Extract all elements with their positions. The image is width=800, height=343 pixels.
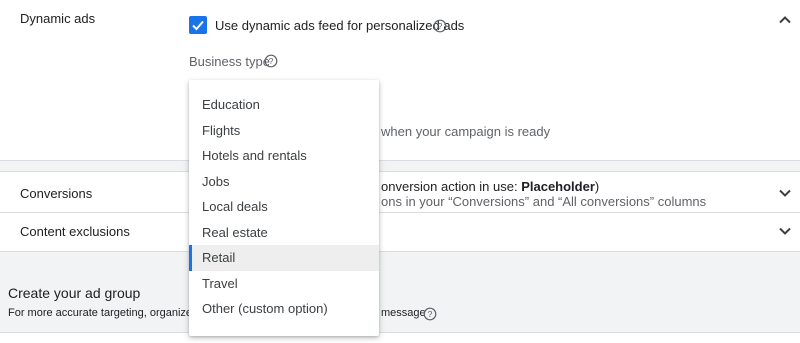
dropdown-option-education[interactable]: Education	[189, 92, 379, 118]
help-icon[interactable]: ?	[423, 307, 437, 321]
chevron-down-icon[interactable]	[775, 221, 795, 241]
dynamic-ads-checkbox[interactable]	[189, 16, 207, 34]
content-exclusions-title[interactable]: Content exclusions	[20, 224, 130, 239]
conversions-info-prefix: onversion action in use:	[381, 179, 522, 194]
business-type-label: Business type	[189, 54, 270, 69]
dynamic-ads-checkbox-label: Use dynamic ads feed for personalized ad…	[215, 18, 465, 33]
conversions-info: onversion action in use: Placeholder)	[381, 179, 599, 194]
svg-text:?: ?	[269, 56, 274, 66]
help-icon[interactable]: ?	[264, 54, 278, 68]
conversions-info-suffix: )	[594, 179, 600, 194]
dropdown-option-jobs[interactable]: Jobs	[189, 169, 379, 195]
svg-text:?: ?	[438, 21, 443, 31]
dropdown-option-local-deals[interactable]: Local deals	[189, 194, 379, 220]
conversions-info-line2: ons in your “Conversions” and “All conve…	[381, 194, 707, 209]
row-divider	[0, 212, 800, 213]
business-type-dropdown[interactable]: Education Flights Hotels and rentals Job…	[189, 80, 379, 336]
ad-group-card	[0, 332, 800, 343]
checkmark-icon	[192, 20, 204, 31]
conversions-info-value: Placeholder	[521, 179, 595, 194]
ad-group-subtitle-end: message	[381, 307, 426, 319]
dropdown-option-other[interactable]: Other (custom option)	[189, 296, 379, 322]
dropdown-option-flights[interactable]: Flights	[189, 118, 379, 144]
dropdown-option-hotels[interactable]: Hotels and rentals	[189, 143, 379, 169]
dropdown-option-retail[interactable]: Retail	[189, 245, 379, 271]
campaign-ready-text: when your campaign is ready	[381, 124, 551, 139]
ad-group-title: Create your ad group	[8, 285, 141, 301]
dynamic-ads-title: Dynamic ads	[20, 11, 96, 26]
svg-text:?: ?	[428, 309, 433, 319]
dropdown-option-real-estate[interactable]: Real estate	[189, 220, 379, 246]
chevron-down-icon[interactable]	[775, 183, 795, 203]
panel-divider	[0, 160, 800, 172]
conversions-title[interactable]: Conversions	[20, 186, 92, 201]
help-icon[interactable]: ?	[433, 19, 447, 33]
ad-group-subtitle: For more accurate targeting, organize ea	[8, 307, 208, 319]
dropdown-option-travel[interactable]: Travel	[189, 271, 379, 297]
chevron-up-icon[interactable]	[775, 10, 795, 30]
